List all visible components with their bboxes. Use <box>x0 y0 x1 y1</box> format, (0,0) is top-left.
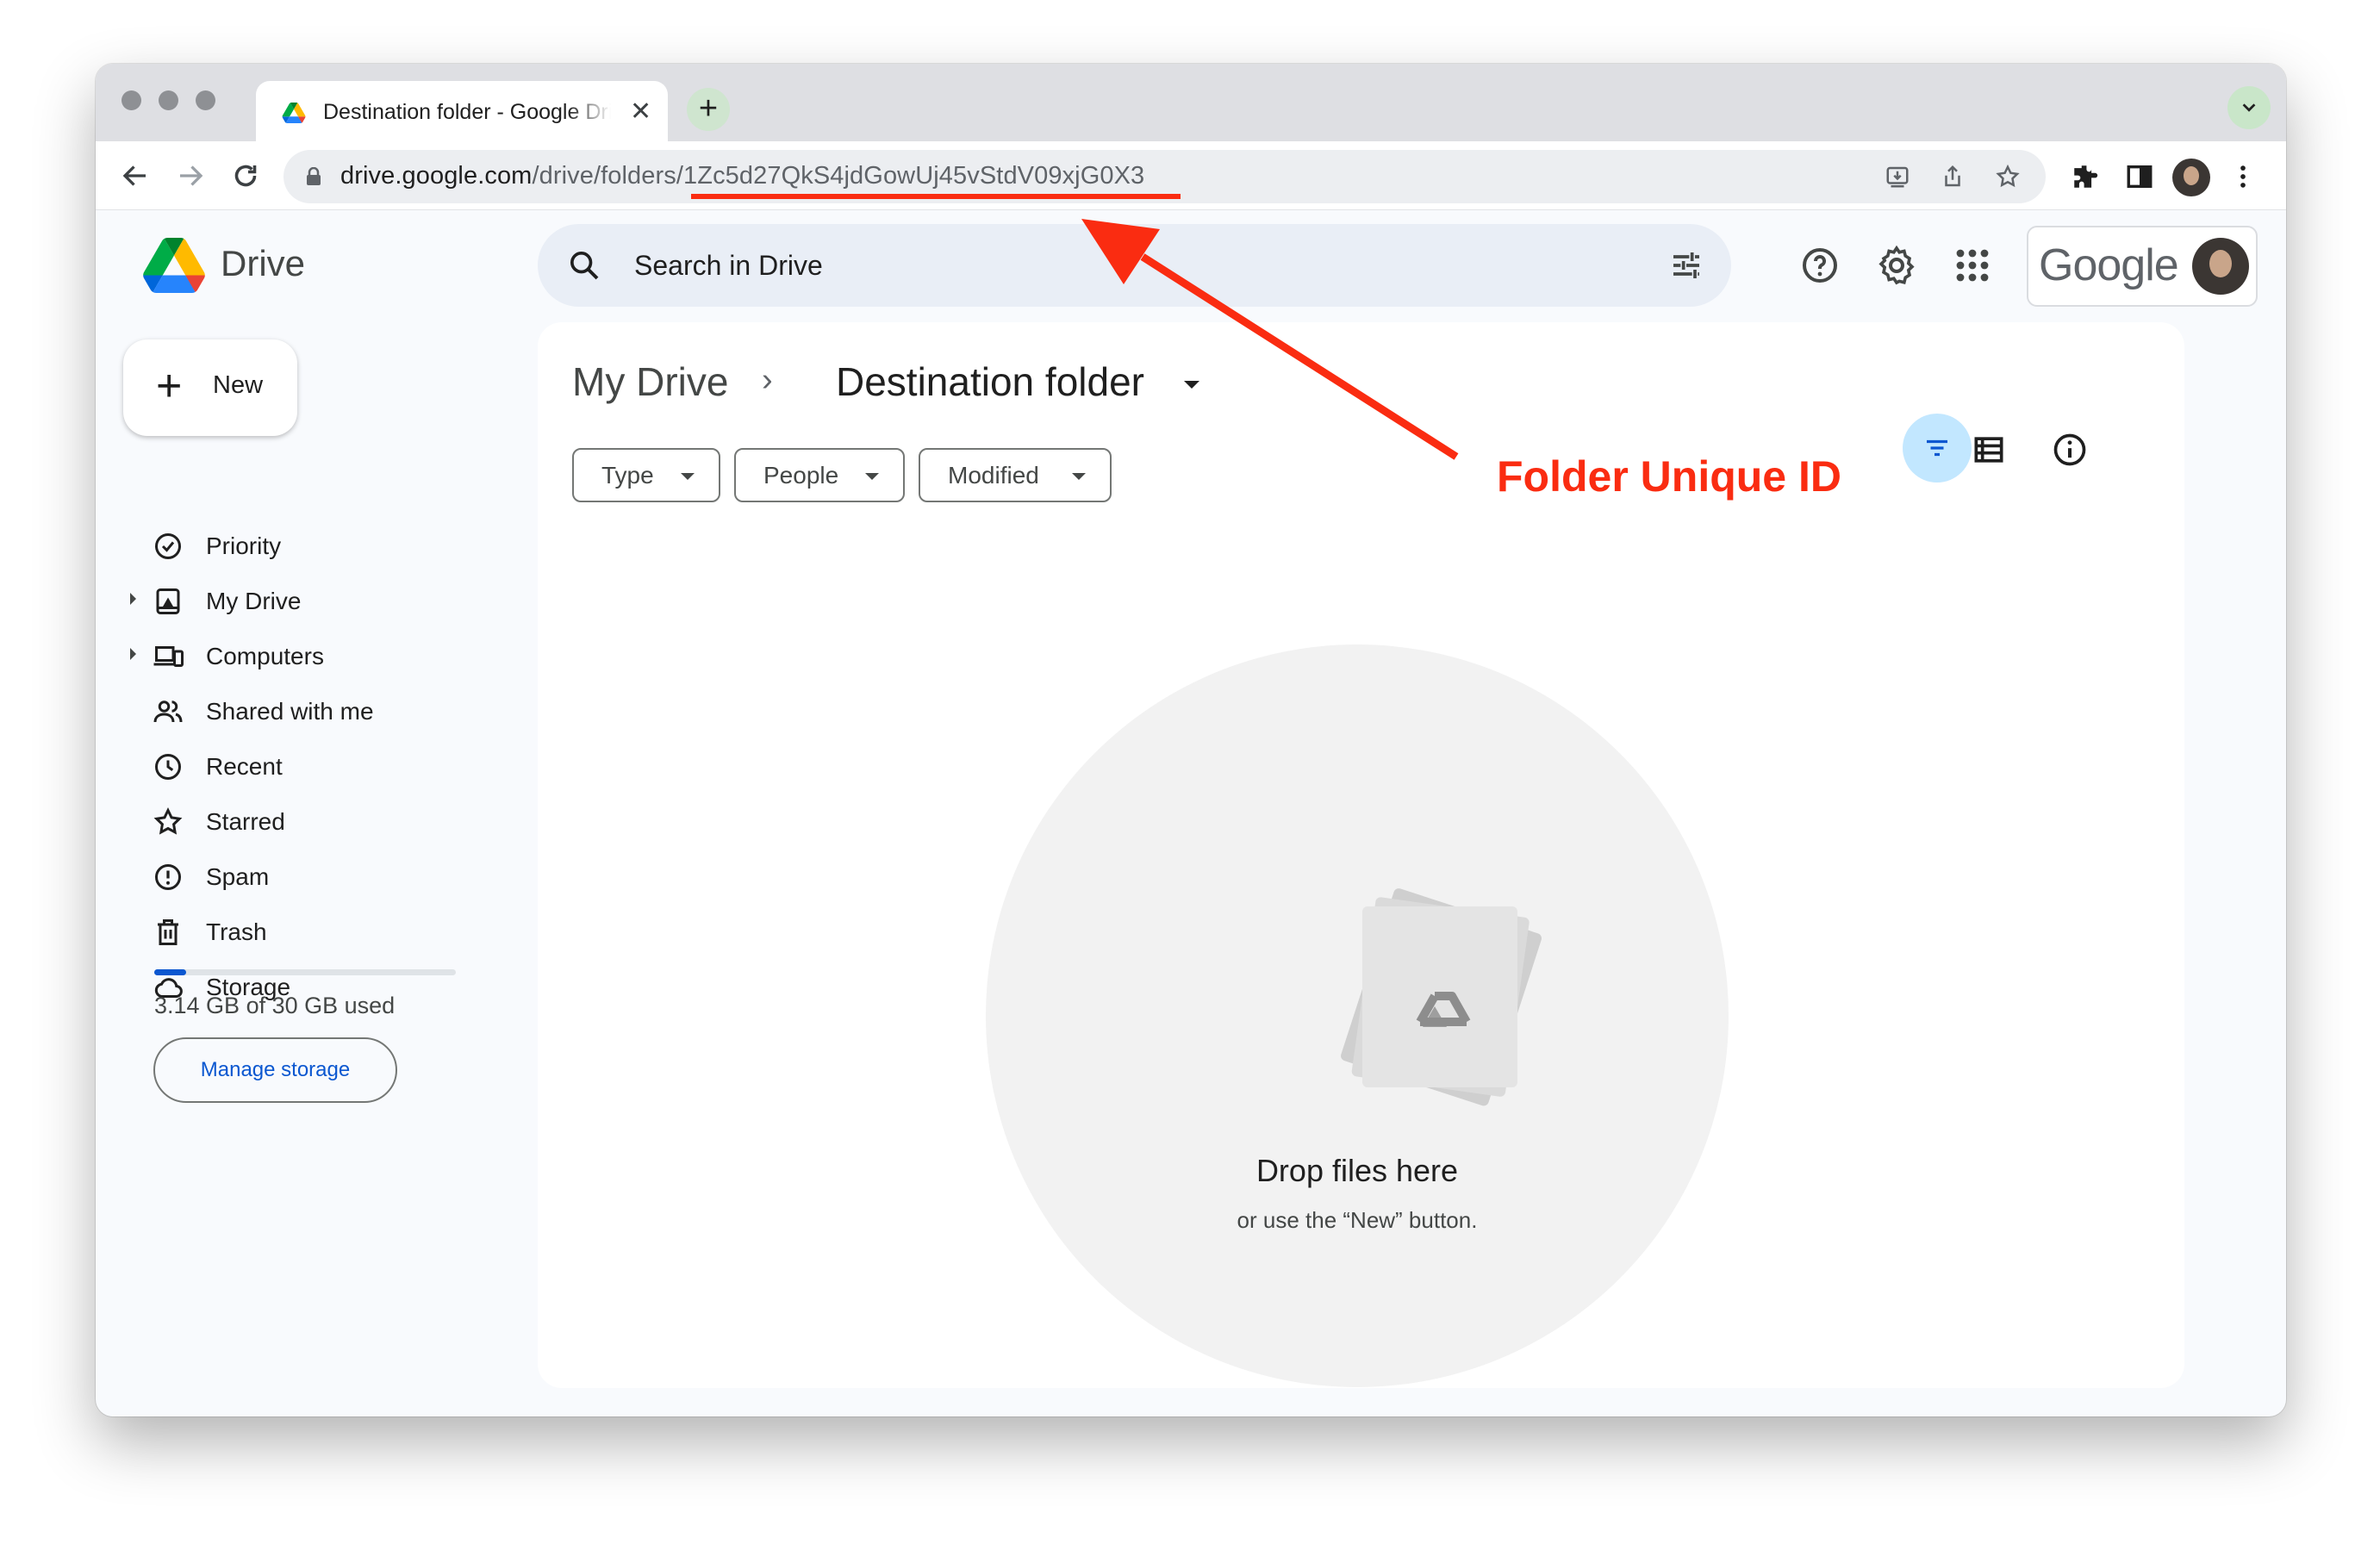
folder-id-text: 1Zc5d27QkS4jdGowUj45vStdV09xjG0X3 <box>683 162 1145 190</box>
empty-state-title: Drop files here <box>1255 1153 1459 1188</box>
browser-tab[interactable]: Destination folder - Google Drive ✕ <box>256 81 668 141</box>
browser-window: Destination folder - Google Drive ✕ + dr… <box>96 64 2286 1416</box>
drive-favicon-icon <box>282 103 306 123</box>
shared-icon <box>153 700 183 723</box>
tab-close-icon[interactable]: ✕ <box>630 96 651 127</box>
share-icon[interactable] <box>1940 164 1966 190</box>
side-panel-icon[interactable] <box>2125 162 2154 191</box>
more-vert-icon[interactable] <box>2228 162 2258 191</box>
extensions-icon[interactable] <box>2071 162 2100 191</box>
profile-avatar[interactable] <box>2172 159 2210 196</box>
annotation-underline <box>691 194 1181 199</box>
filter-toggle-button[interactable] <box>1903 414 1972 482</box>
expand-caret-icon[interactable] <box>130 593 136 605</box>
priority-icon <box>155 533 181 559</box>
lock-icon <box>307 167 321 185</box>
sidebar-item-priority[interactable]: Priority <box>130 520 509 572</box>
back-icon[interactable] <box>120 160 151 191</box>
help-icon[interactable] <box>1799 245 1841 286</box>
chevron-down-icon <box>2242 103 2256 112</box>
forward-icon[interactable] <box>175 160 206 191</box>
search-bar[interactable]: Search in Drive <box>538 224 1731 307</box>
google-wordmark: Google <box>2039 240 2179 290</box>
tab-search-button[interactable] <box>2227 86 2271 129</box>
browser-toolbar: drive.google.com/drive/folders/1Zc5d27Qk… <box>96 141 2286 210</box>
install-app-icon[interactable] <box>1885 164 1910 190</box>
breadcrumb-separator-icon: › <box>762 362 773 398</box>
url-text: drive.google.com/drive/folders/1Zc5d27Qk… <box>340 162 1145 190</box>
sidebar-item-spam[interactable]: Spam <box>130 851 509 903</box>
computers-icon <box>153 646 184 667</box>
google-account-switcher[interactable]: Google <box>2027 226 2258 307</box>
sidebar-item-computers[interactable]: Computers <box>130 631 509 682</box>
search-options-icon[interactable] <box>1669 248 1704 283</box>
sidebar-item-trash[interactable]: Trash <box>130 906 509 958</box>
storage-usage-fill <box>154 969 186 975</box>
breadcrumb-current-folder[interactable]: Destination folder <box>836 358 1144 405</box>
trash-icon <box>158 919 178 945</box>
dropdown-arrow-icon <box>681 473 695 480</box>
sidebar-item-starred[interactable]: Starred <box>130 796 509 848</box>
close-window-button[interactable] <box>121 90 141 110</box>
filter-chip-type[interactable]: Type <box>572 448 720 502</box>
drive-logo-icon[interactable] <box>142 238 206 293</box>
sidebar-item-recent[interactable]: Recent <box>130 741 509 793</box>
new-button-label: New <box>213 371 264 399</box>
plus-icon: + <box>156 361 183 411</box>
dropdown-arrow-icon <box>1072 473 1086 480</box>
new-button[interactable]: + New <box>123 339 297 436</box>
dropdown-arrow-icon <box>865 473 879 480</box>
tab-title: Destination folder - Google Drive <box>323 100 611 124</box>
sidebar-item-shared-with-me[interactable]: Shared with me <box>130 686 509 738</box>
filter-icon <box>1927 439 1947 457</box>
storage-usage-bar <box>154 969 456 975</box>
empty-state-subtitle: or use the “New” button. <box>1237 1207 1478 1233</box>
list-view-icon[interactable] <box>1970 431 2008 469</box>
folder-menu-caret-icon[interactable] <box>1184 381 1199 389</box>
search-input[interactable]: Search in Drive <box>634 250 823 282</box>
sidebar-item-my-drive[interactable]: My Drive <box>130 576 509 627</box>
spam-icon <box>155 864 181 890</box>
filter-chip-modified[interactable]: Modified <box>919 448 1112 502</box>
app-name[interactable]: Drive <box>221 243 305 284</box>
account-avatar[interactable] <box>2192 238 2249 295</box>
minimize-window-button[interactable] <box>159 90 178 110</box>
annotation-label: Folder Unique ID <box>1497 452 1841 501</box>
new-tab-button[interactable]: + <box>687 88 730 131</box>
tab-strip: Destination folder - Google Drive ✕ + <box>96 64 2286 141</box>
breadcrumb-my-drive[interactable]: My Drive <box>572 358 728 405</box>
expand-caret-icon[interactable] <box>130 648 136 660</box>
drop-files-illustration-icon <box>1341 888 1542 1106</box>
my-drive-icon <box>156 588 180 614</box>
reload-icon[interactable] <box>230 160 261 191</box>
info-icon[interactable] <box>2051 431 2089 469</box>
star-icon <box>153 807 183 835</box>
filter-chip-people[interactable]: People <box>734 448 905 502</box>
manage-storage-button[interactable]: Manage storage <box>153 1037 397 1103</box>
bookmark-star-icon[interactable] <box>1995 164 2021 190</box>
google-apps-icon[interactable] <box>1952 245 1993 286</box>
zoom-window-button[interactable] <box>196 90 215 110</box>
search-icon[interactable] <box>567 248 601 283</box>
clock-icon <box>155 754 181 780</box>
storage-usage-text: 3.14 GB of 30 GB used <box>154 993 396 1018</box>
settings-gear-icon[interactable] <box>1876 245 1917 286</box>
